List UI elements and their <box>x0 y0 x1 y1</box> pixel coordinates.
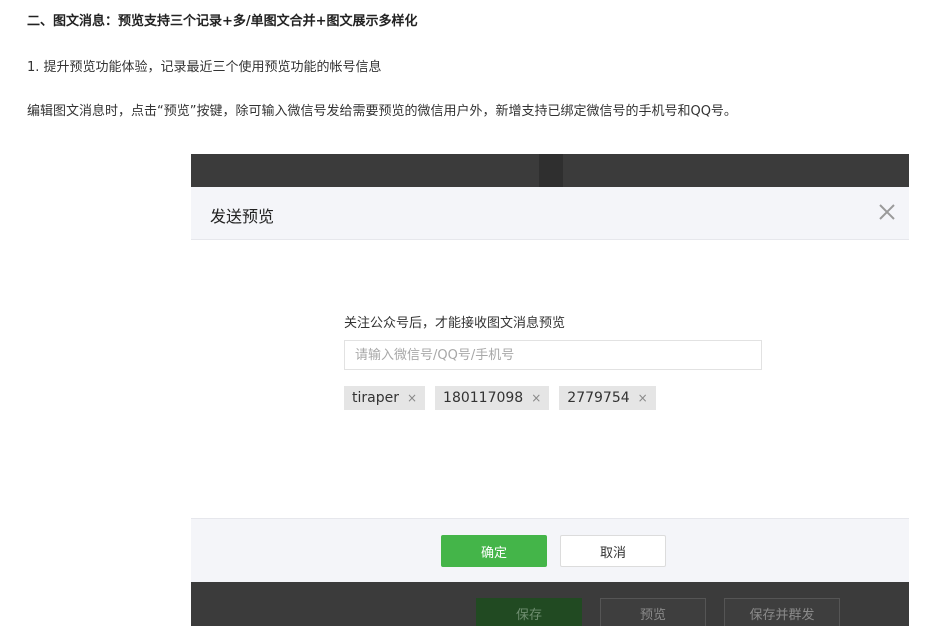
dialog-header: 发送预览 <box>191 187 909 240</box>
remove-tag-icon[interactable]: × <box>638 391 648 405</box>
follow-tip: 关注公众号后，才能接收图文消息预览 <box>344 316 566 331</box>
account-input[interactable] <box>344 340 762 370</box>
dialog-body: 关注公众号后，才能接收图文消息预览 tiraper × 180117098 × … <box>191 240 909 518</box>
dialog-title: 发送预览 <box>210 207 275 226</box>
save-button: 保存 <box>476 598 582 626</box>
remove-tag-icon[interactable]: × <box>407 391 417 405</box>
confirm-button[interactable]: 确定 <box>441 535 547 567</box>
remove-tag-icon[interactable]: × <box>531 391 541 405</box>
background-toolbar: 保存 预览 保存并群发 <box>191 582 909 626</box>
save-and-mass-send-button: 保存并群发 <box>724 598 840 626</box>
background-divider <box>539 154 563 187</box>
recent-accounts: tiraper × 180117098 × 2779754 × <box>344 386 656 410</box>
dialog-footer: 确定 取消 <box>191 518 909 583</box>
article-heading: 二、图文消息：预览支持三个记录+多/单图文合并+图文展示多样化 <box>27 14 418 29</box>
tag-label: 180117098 <box>443 390 524 406</box>
recent-account-tag[interactable]: tiraper × <box>344 386 426 410</box>
tag-label: tiraper <box>352 390 399 406</box>
close-icon[interactable] <box>877 202 897 222</box>
screenshot-frame: 发送预览 关注公众号后，才能接收图文消息预览 tiraper × 1801170… <box>191 154 909 626</box>
cancel-button[interactable]: 取消 <box>560 535 666 567</box>
send-preview-dialog: 发送预览 关注公众号后，才能接收图文消息预览 tiraper × 1801170… <box>191 187 909 583</box>
article-paragraph-1: 1. 提升预览功能体验，记录最近三个使用预览功能的帐号信息 <box>27 60 382 75</box>
recent-account-tag[interactable]: 180117098 × <box>435 386 550 410</box>
recent-account-tag[interactable]: 2779754 × <box>559 386 656 410</box>
preview-button: 预览 <box>600 598 706 626</box>
article-paragraph-2: 编辑图文消息时，点击“预览”按键，除可输入微信号发给需要预览的微信用户外，新增支… <box>27 104 737 119</box>
tag-label: 2779754 <box>567 390 630 406</box>
